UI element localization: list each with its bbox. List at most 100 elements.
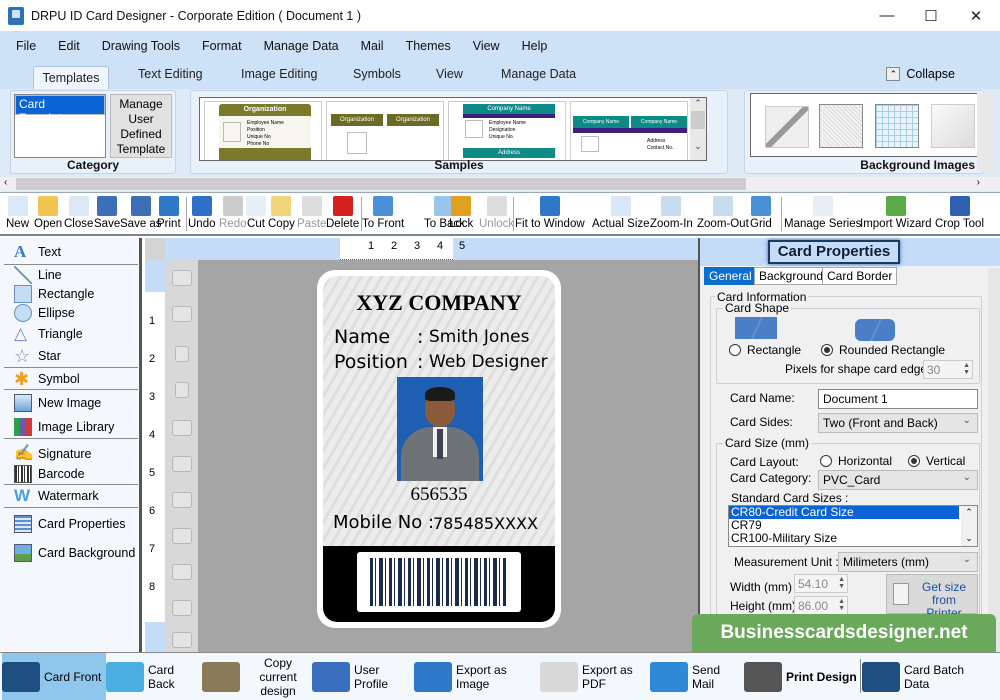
position-value[interactable]: Web Designer	[429, 352, 548, 372]
toolbar-open-button[interactable]: Open	[34, 196, 62, 230]
unlock-icon[interactable]	[175, 382, 189, 398]
tool-text[interactable]: A Text	[14, 243, 61, 261]
toolbar-undo-button[interactable]: Undo	[188, 196, 216, 230]
tool-rectangle[interactable]: Rectangle	[14, 285, 94, 303]
tool-image-library[interactable]: Image Library	[14, 418, 114, 436]
toolbar-crop-tool-button[interactable]: Crop Tool	[935, 196, 984, 230]
toolbar-fit-to-window-button[interactable]: Fit to Window	[515, 196, 585, 230]
minimize-button[interactable]: —	[864, 0, 910, 31]
menu-drawing-tools[interactable]: Drawing Tools	[102, 39, 180, 53]
tool-card-properties[interactable]: Card Properties	[14, 515, 126, 533]
bring-front-icon[interactable]	[172, 270, 192, 286]
bottom-user-profile-button[interactable]: User Profile	[312, 653, 414, 700]
bottom-copy-current-design-button[interactable]: Copy current design	[202, 653, 312, 700]
mobile-label[interactable]: Mobile No :	[333, 512, 434, 533]
size-option-cr100[interactable]: CR100-Military Size	[729, 532, 977, 545]
tool-barcode[interactable]: Barcode	[14, 465, 85, 483]
id-number[interactable]: 656535	[323, 484, 555, 506]
sample-template-4[interactable]: Company Name Company Name Address Contact…	[570, 101, 688, 160]
tab-general[interactable]: General	[704, 267, 757, 285]
tab-text-editing[interactable]: Text Editing	[138, 67, 203, 81]
tool-symbol[interactable]: ✱ Symbol	[14, 370, 80, 388]
close-button[interactable]: ✕	[953, 0, 999, 31]
tool-ellipse[interactable]: Ellipse	[14, 304, 75, 322]
size-option-cr80[interactable]: CR80-Credit Card Size	[729, 506, 959, 519]
user-photo[interactable]	[397, 377, 483, 481]
radio-horizontal[interactable]: Horizontal	[820, 454, 892, 468]
radio-rectangle[interactable]: Rectangle	[729, 343, 801, 357]
bottom-card-batch-data-button[interactable]: Card Batch Data	[862, 653, 992, 700]
bottom-card-front-button[interactable]: Card Front	[2, 653, 106, 700]
company-name[interactable]: XYZ COMPANY	[323, 290, 555, 316]
id-card-front[interactable]: XYZ COMPANY Name : Smith Jones Position …	[317, 270, 561, 628]
bg-thumb-no-preview[interactable]	[765, 106, 809, 148]
tool-new-image[interactable]: New Image	[14, 394, 101, 412]
toolbar-zoom-out-button[interactable]: Zoom-Out	[697, 196, 749, 230]
toolbar-save-as-button[interactable]: Save as	[120, 196, 162, 230]
name-value[interactable]: Smith Jones	[429, 327, 529, 347]
tab-manage-data[interactable]: Manage Data	[501, 67, 576, 81]
menu-themes[interactable]: Themes	[406, 39, 451, 53]
menu-edit[interactable]: Edit	[58, 39, 80, 53]
bg-thumb-gradient[interactable]	[931, 104, 975, 148]
name-label[interactable]: Name	[334, 326, 390, 348]
ribbon-horizontal-scrollbar[interactable]: ‹ ›	[0, 177, 1000, 191]
menu-mail[interactable]: Mail	[361, 39, 384, 53]
card-name-input[interactable]: Document 1	[818, 389, 978, 409]
width-spinner[interactable]: 54.10 ▲ ▼	[794, 574, 848, 593]
sizes-scrollbar[interactable]: ⌃ ⌄	[961, 506, 977, 546]
category-list[interactable]: Card Templates User Defined	[14, 94, 106, 158]
mobile-value[interactable]: 785485XXXX	[433, 514, 538, 533]
scrollbar-thumb[interactable]	[16, 178, 746, 190]
align-top-icon[interactable]	[172, 492, 192, 508]
toolbar-close-button[interactable]: Close	[64, 196, 93, 230]
card-sides-select[interactable]: Two (Front and Back) ⌄	[818, 413, 978, 433]
rounded-shape-preview[interactable]	[855, 319, 895, 341]
fit-center-icon[interactable]	[172, 632, 192, 648]
bottom-send-mail-button[interactable]: Send Mail	[650, 653, 744, 700]
menu-format[interactable]: Format	[202, 39, 242, 53]
tab-symbols[interactable]: Symbols	[353, 67, 401, 81]
send-back-icon[interactable]	[172, 306, 192, 322]
align-right-icon[interactable]	[172, 456, 192, 472]
radio-rounded-rectangle[interactable]: Rounded Rectangle	[821, 343, 945, 357]
toolbar-grid-button[interactable]: Grid	[750, 196, 772, 230]
measurement-unit-select[interactable]: Milimeters (mm) ⌄	[838, 552, 978, 572]
tab-background[interactable]: Background	[754, 267, 829, 285]
menu-view[interactable]: View	[473, 39, 500, 53]
category-item-card-templates[interactable]: Card Templates	[15, 95, 105, 125]
position-label[interactable]: Position	[334, 351, 408, 373]
toolbar-import-wizard-button[interactable]: Import Wizard	[860, 196, 932, 230]
collapse-button[interactable]: ⌃ Collapse	[886, 67, 955, 81]
align-bottom-icon[interactable]	[172, 528, 192, 544]
edge-spinner[interactable]: 30 ▲ ▼	[923, 360, 973, 379]
menu-file[interactable]: File	[16, 39, 36, 53]
rectangle-shape-preview[interactable]	[735, 317, 777, 339]
toolbar-zoom-in-button[interactable]: Zoom-In	[650, 196, 693, 230]
bottom-export-as-pdf-button[interactable]: Export as PDF	[540, 653, 650, 700]
align-middle-icon[interactable]	[172, 600, 192, 616]
samples-scrollbar[interactable]: ⌃ ⌄	[690, 98, 706, 160]
toolbar-paste-button[interactable]: Paste	[297, 196, 326, 230]
tool-card-background[interactable]: Card Background	[14, 544, 135, 562]
toolbar-manage-series-button[interactable]: Manage Series	[784, 196, 861, 230]
get-size-from-printer-button[interactable]: Get size from Printer	[886, 574, 978, 620]
properties-scrollbar[interactable]	[988, 268, 1000, 652]
toolbar-lock-button[interactable]: Lock	[449, 196, 473, 230]
toolbar-redo-button[interactable]: Redo	[219, 196, 247, 230]
toolbar-to-front-button[interactable]: To Front	[362, 196, 404, 230]
tab-card-border[interactable]: Card Border	[822, 267, 898, 285]
toolbar-actual-size-button[interactable]: Actual Size	[592, 196, 650, 230]
bottom-export-as-image-button[interactable]: Export as Image	[414, 653, 540, 700]
tab-view[interactable]: View	[436, 67, 463, 81]
sample-template-3[interactable]: Company Name Employee Name Designation Uni…	[448, 101, 566, 160]
toolbar-unlock-button[interactable]: Unlock	[479, 196, 514, 230]
height-spinner[interactable]: 86.00 ▲ ▼	[794, 596, 848, 615]
align-left-icon[interactable]	[172, 420, 192, 436]
bg-thumb-texture[interactable]	[819, 104, 863, 148]
tool-signature[interactable]: ✍ Signature	[14, 445, 92, 463]
barcode[interactable]	[357, 552, 521, 612]
tool-line[interactable]: Line	[14, 266, 62, 284]
tool-watermark[interactable]: W Watermark	[14, 487, 99, 505]
tool-triangle[interactable]: △ Triangle	[14, 325, 83, 343]
